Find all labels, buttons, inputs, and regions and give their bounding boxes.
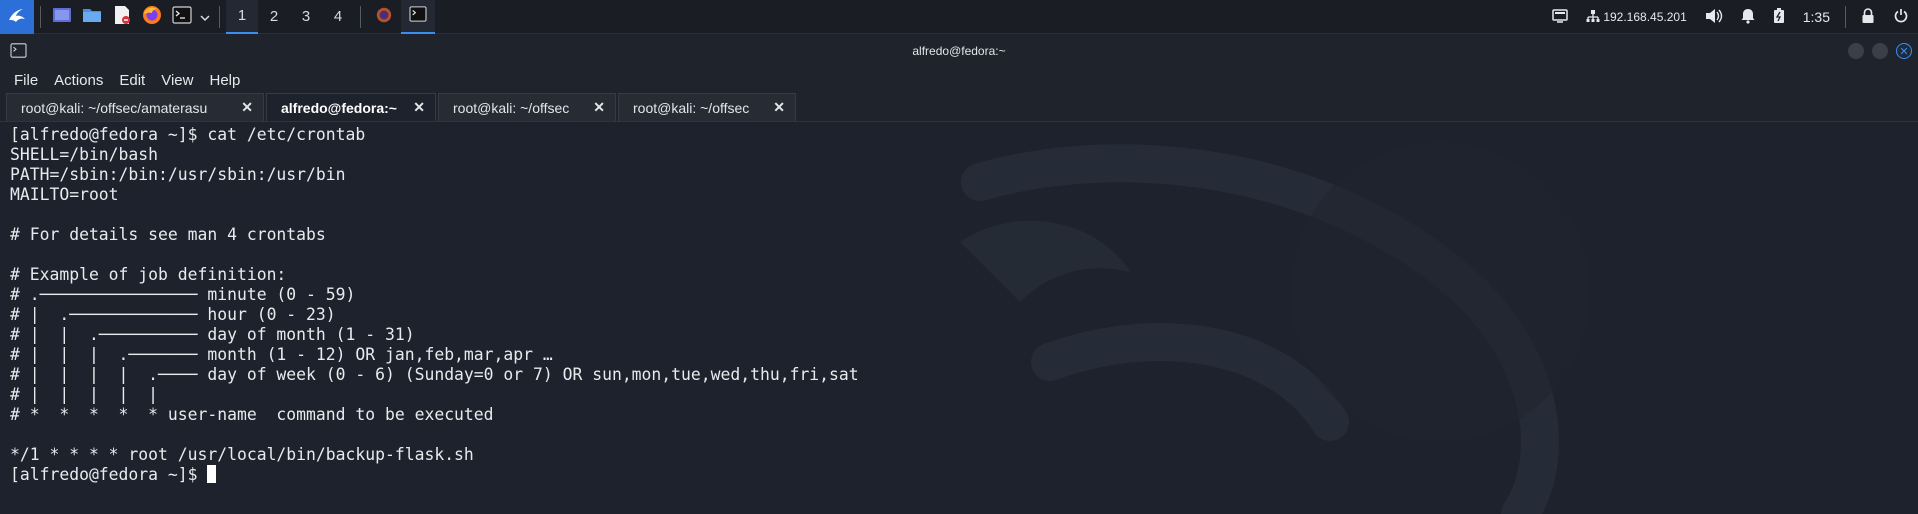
tab-label: root@kali: ~/offsec	[453, 99, 570, 116]
tab-bar: root@kali: ~/offsec/amaterasu ✕ alfredo@…	[0, 93, 1918, 122]
top-panel: 1 2 3 4 192.168.45.201 1:35	[0, 0, 1918, 34]
close-icon[interactable]: ✕	[241, 99, 253, 116]
terminal-line: # .──────────────── minute (0 - 59)	[10, 285, 356, 304]
maximize-button[interactable]	[1872, 43, 1888, 59]
kali-dragon-icon	[6, 4, 28, 30]
terminal-line: # | | | .─────── month (1 - 12) OR jan,f…	[10, 345, 553, 364]
scrollbar[interactable]	[1908, 122, 1918, 514]
terminal-output: [alfredo@fedora ~]$ cat /etc/crontab SHE…	[10, 125, 859, 485]
tab-label: alfredo@fedora:~	[281, 99, 397, 116]
firefox-launcher[interactable]	[137, 0, 167, 34]
terminal-line: # For details see man 4 crontabs	[10, 225, 326, 244]
terminal-line: # | | | | |	[10, 385, 159, 404]
notifications-button[interactable]	[1741, 8, 1755, 27]
text-cursor	[207, 465, 217, 483]
volume-icon	[1705, 8, 1723, 27]
chevron-down-icon	[200, 7, 210, 26]
terminal-prompt: [alfredo@fedora ~]$	[10, 465, 208, 484]
file-manager-icon	[82, 6, 102, 28]
menu-edit[interactable]: Edit	[111, 72, 153, 89]
terminal-icon	[409, 5, 427, 26]
panel-separator	[1845, 6, 1846, 28]
system-tray: 192.168.45.201 1:35	[1543, 0, 1918, 34]
lock-screen-button[interactable]	[1861, 7, 1875, 27]
notification-bell-icon	[1741, 8, 1755, 27]
menu-view[interactable]: View	[153, 72, 201, 89]
panel-separator	[360, 5, 361, 28]
firefox-icon	[376, 7, 392, 27]
volume-button[interactable]	[1705, 8, 1723, 27]
taskbar-terminal[interactable]	[401, 0, 435, 34]
close-button[interactable]: ✕	[1896, 43, 1912, 59]
close-icon[interactable]: ✕	[593, 99, 605, 116]
workspace-switcher-icon	[52, 6, 72, 28]
battery-button[interactable]	[1773, 7, 1785, 27]
window-controls: ✕	[1848, 43, 1912, 59]
display-button[interactable]	[1552, 8, 1569, 26]
terminal-line: # | | | | .──── day of week (0 - 6) (Sun…	[10, 365, 859, 384]
kali-dragon-watermark-icon	[960, 142, 1590, 514]
file-manager-launcher[interactable]	[77, 0, 107, 34]
power-icon	[1893, 8, 1909, 27]
terminal-icon	[172, 5, 192, 28]
text-editor-icon	[113, 5, 131, 29]
terminal-line: # Example of job definition:	[10, 265, 287, 284]
panel-separator	[219, 5, 220, 28]
terminal-area[interactable]: [alfredo@fedora ~]$ cat /etc/crontab SHE…	[0, 122, 1918, 514]
workspace-3[interactable]: 3	[290, 0, 322, 34]
terminal-line: # | | .────────── day of month (1 - 31)	[10, 325, 415, 344]
menu-help[interactable]: Help	[201, 72, 248, 89]
terminal-line: # * * * * * user-name command to be exec…	[10, 405, 494, 424]
window-title: alfredo@fedora:~	[912, 44, 1006, 58]
tab-offsec-2[interactable]: root@kali: ~/offsec ✕	[618, 93, 796, 121]
close-icon[interactable]: ✕	[413, 99, 425, 116]
terminal-line: [alfredo@fedora ~]$ cat /etc/crontab	[10, 125, 366, 144]
tab-amaterasu[interactable]: root@kali: ~/offsec/amaterasu ✕	[6, 93, 264, 121]
close-icon: ✕	[1899, 44, 1909, 58]
tab-fedora[interactable]: alfredo@fedora:~ ✕	[266, 93, 436, 121]
tab-label: root@kali: ~/offsec/amaterasu	[21, 99, 208, 116]
terminal-line: SHELL=/bin/bash	[10, 145, 159, 164]
tab-label: root@kali: ~/offsec	[633, 99, 750, 116]
display-icon	[1552, 8, 1569, 26]
taskbar-firefox[interactable]	[367, 0, 401, 34]
terminal-line: # | .───────────── hour (0 - 23)	[10, 305, 336, 324]
window-titlebar[interactable]: alfredo@fedora:~ ✕	[0, 35, 1918, 67]
workspace-4[interactable]: 4	[322, 0, 354, 34]
kali-menu-button[interactable]	[0, 0, 34, 34]
close-icon[interactable]: ✕	[773, 99, 785, 116]
firefox-icon	[142, 5, 162, 29]
power-button[interactable]	[1893, 8, 1909, 27]
network-icon	[1586, 9, 1600, 26]
clock-time: 1:35	[1802, 9, 1830, 25]
terminal-line: MAILTO=root	[10, 185, 119, 204]
tab-offsec-1[interactable]: root@kali: ~/offsec ✕	[438, 93, 616, 121]
network-button[interactable]: 192.168.45.201	[1586, 9, 1687, 26]
menu-bar: File Actions Edit View Help	[0, 67, 1918, 93]
terminal-line: */1 * * * * root /usr/local/bin/backup-f…	[10, 445, 474, 464]
terminal-line: PATH=/sbin:/bin:/usr/sbin:/usr/bin	[10, 165, 346, 184]
battery-icon	[1773, 7, 1785, 27]
lock-icon	[1861, 7, 1875, 27]
ip-address: 192.168.45.201	[1603, 10, 1687, 24]
launcher-dropdown[interactable]	[197, 0, 213, 34]
clock[interactable]: 1:35	[1803, 9, 1830, 25]
panel-separator	[40, 5, 41, 28]
menu-actions[interactable]: Actions	[46, 72, 111, 89]
minimize-button[interactable]	[1848, 43, 1864, 59]
workspace-1[interactable]: 1	[226, 0, 258, 34]
workspace-switcher-launcher[interactable]	[47, 0, 77, 34]
menu-file[interactable]: File	[6, 72, 46, 89]
terminal-launcher[interactable]	[167, 0, 197, 34]
text-editor-launcher[interactable]	[107, 0, 137, 34]
workspace-2[interactable]: 2	[258, 0, 290, 34]
